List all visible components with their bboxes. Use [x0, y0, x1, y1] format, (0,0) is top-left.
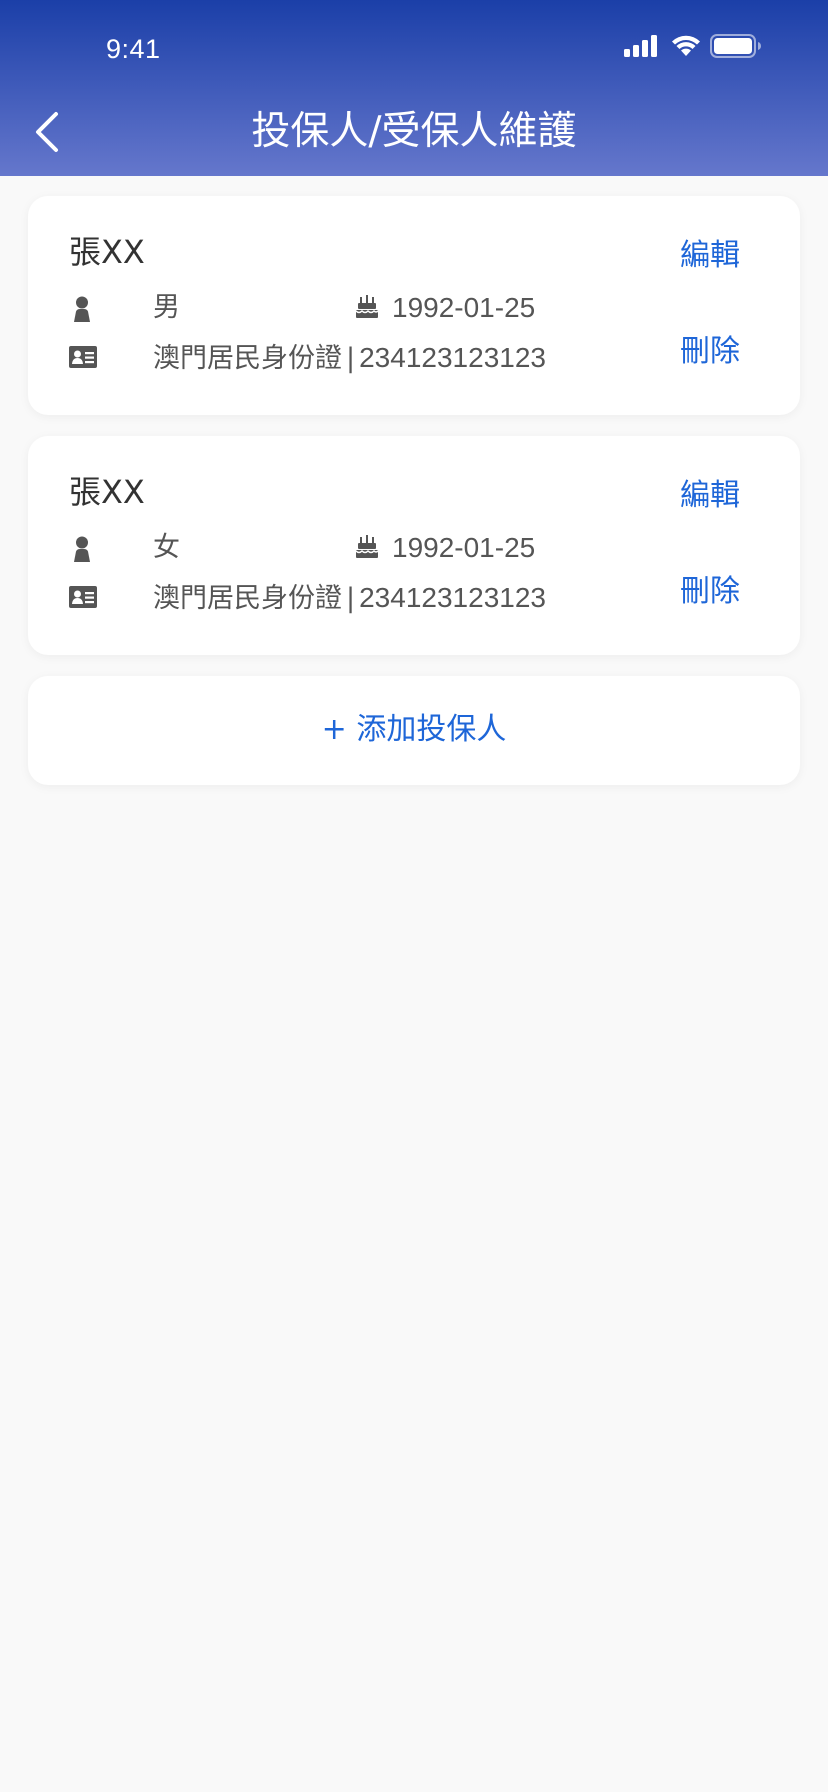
birthday-cake-icon: [355, 295, 379, 318]
id-type: 澳門居民身份證: [153, 343, 342, 374]
birthday-cake-icon: [355, 535, 379, 558]
id-separator: |: [346, 343, 356, 374]
gender-text: 女: [153, 532, 180, 563]
id-info: 澳門居民身份證 | 234123123123: [153, 338, 546, 379]
status-time: 9:41: [106, 34, 161, 64]
wifi-icon: [672, 35, 700, 56]
id-number: 234123123123: [359, 342, 546, 373]
id-card-icon: [69, 346, 97, 368]
id-separator: |: [346, 583, 356, 614]
edit-button[interactable]: 編輯: [680, 234, 740, 278]
id-card-icon: [69, 586, 97, 608]
person-icon: [74, 296, 90, 322]
person-name: 張XX: [69, 473, 145, 511]
edit-button[interactable]: 編輯: [680, 474, 740, 518]
gender-text: 男: [153, 292, 180, 323]
id-type: 澳門居民身份證: [153, 583, 342, 614]
battery-icon: [710, 34, 761, 58]
insured-card: 張XX 男 1992-01-25 澳門居民身份證 | 234123123123 編輯…: [28, 196, 800, 415]
person-name: 張XX: [69, 233, 145, 271]
app-header: 9:41 投保人/受保人維護: [0, 0, 828, 176]
status-icons: [624, 32, 764, 62]
insured-card: 張XX 女 1992-01-25 澳門居民身份證 | 234123123123 編輯…: [28, 436, 800, 655]
delete-button[interactable]: 刪除: [680, 570, 740, 614]
person-icon: [74, 536, 90, 562]
id-number: 234123123123: [359, 582, 546, 613]
id-info: 澳門居民身份證 | 234123123123: [153, 578, 546, 619]
add-policyholder-button[interactable]: + 添加投保人: [28, 676, 800, 785]
birthday-text: 1992-01-25: [392, 292, 536, 323]
delete-button[interactable]: 刪除: [680, 330, 740, 374]
birthday-text: 1992-01-25: [392, 532, 536, 563]
signal-icon: [624, 35, 657, 57]
page-title: 投保人/受保人維護: [251, 109, 577, 154]
add-policyholder-label: + 添加投保人: [321, 712, 507, 747]
